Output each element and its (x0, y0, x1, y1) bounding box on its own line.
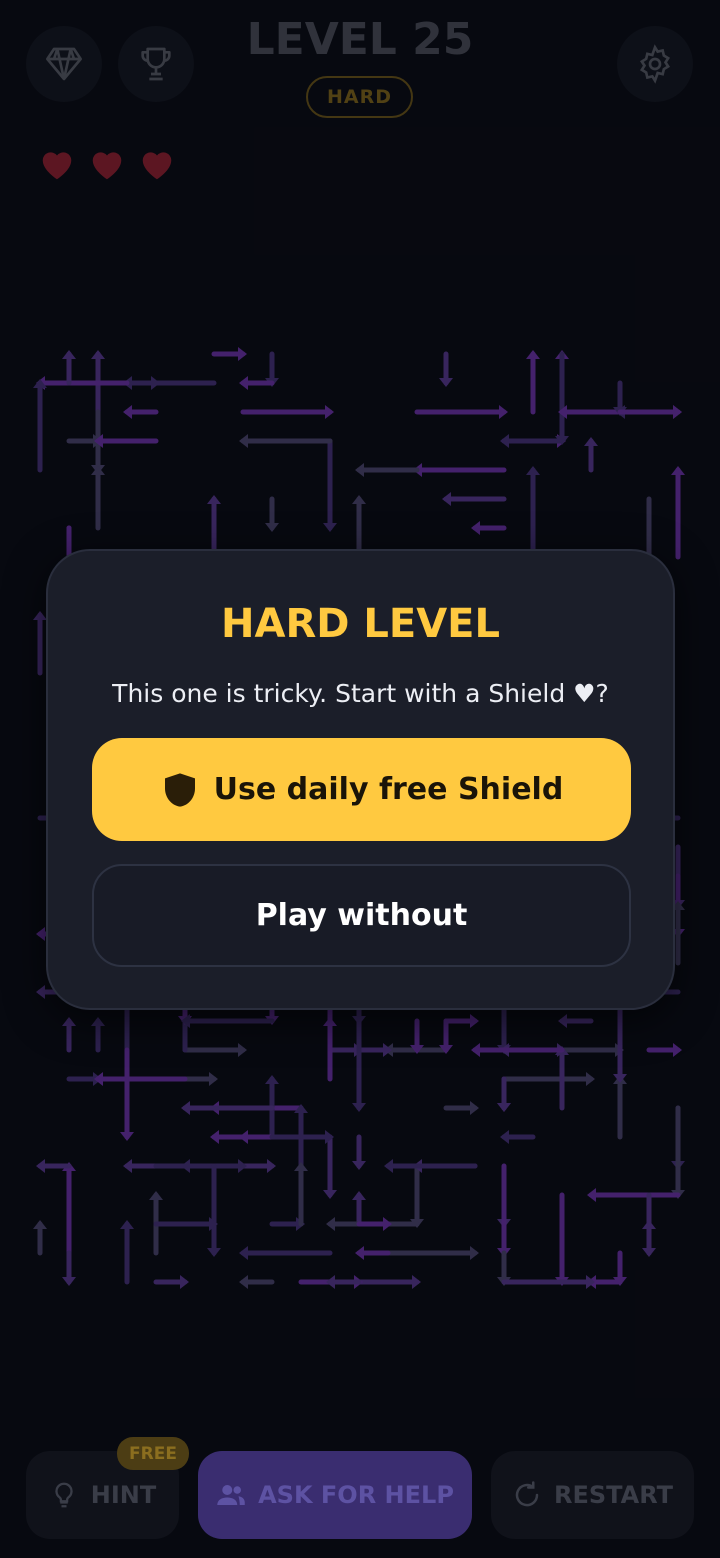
play-without-label: Play without (255, 898, 468, 933)
ask-for-help-button[interactable]: ASK FOR HELP (198, 1451, 472, 1539)
dialog-message: This one is tricky. Start with a Shield … (112, 679, 609, 708)
users-icon (217, 1485, 245, 1505)
restart-label: RESTART (553, 1481, 673, 1509)
lightbulb-icon (55, 1482, 73, 1508)
shield-icon (164, 772, 195, 807)
play-without-button[interactable]: Play without (92, 864, 631, 967)
restart-icon (515, 1481, 539, 1507)
hard-level-dialog: HARD LEVEL This one is tricky. Start wit… (46, 549, 675, 1010)
hint-label: HINT (90, 1481, 157, 1509)
restart-button[interactable]: RESTART (491, 1451, 694, 1539)
dialog-title: HARD LEVEL (221, 601, 500, 647)
use-shield-button[interactable]: Use daily free Shield (92, 738, 631, 841)
ask-for-help-label: ASK FOR HELP (258, 1481, 454, 1509)
use-shield-label: Use daily free Shield (213, 772, 564, 807)
free-badge: FREE (117, 1437, 189, 1470)
